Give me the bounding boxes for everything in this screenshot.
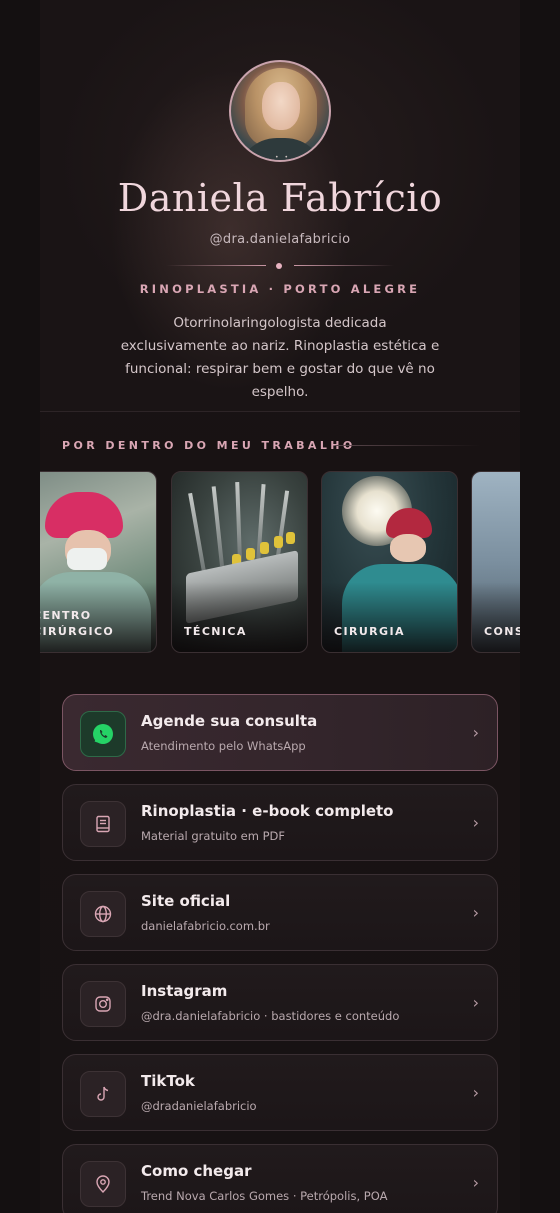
chevron-right-icon: › [472,903,479,922]
link-subtitle: Atendimento pelo WhatsApp [141,739,306,753]
avatar: • • [229,60,331,162]
gallery-card-tecnica[interactable]: TÉCNICA [171,471,308,653]
link-title: Rinoplastia · e-book completo [141,802,394,820]
gallery-card-label: CIRURGIA [334,625,405,638]
gallery-card-label: CENTRO CIRÚRGICO [40,609,115,638]
gallery-title: POR DENTRO DO MEU TRABALHO [62,439,356,452]
gallery-card-label: CONS [484,625,520,638]
link-subtitle: @dra.danielafabricio · bastidores e cont… [141,1009,400,1023]
section-divider [40,411,520,412]
whatsapp-icon [80,711,126,757]
map-pin-icon [80,1161,126,1207]
specialty-label: RINOPLASTIA · PORTO ALEGRE [139,282,421,296]
chevron-right-icon: › [472,1083,479,1102]
link-instagram[interactable]: Instagram @dra.danielafabricio · bastido… [62,964,498,1041]
gallery-card-label: TÉCNICA [184,625,247,638]
link-title: Instagram [141,982,228,1000]
gallery-card-centro-cirurgico[interactable]: CENTRO CIRÚRGICO [40,471,157,653]
instagram-icon [80,981,126,1027]
globe-icon [80,891,126,937]
link-tiktok[interactable]: TikTok @dradanielafabricio › [62,1054,498,1131]
gallery-card-cirurgia[interactable]: CIRURGIA [321,471,458,653]
book-icon [80,801,126,847]
link-subtitle: @dradanielafabricio [141,1099,257,1113]
gallery-card-consultorio[interactable]: CONS [471,471,520,653]
link-site-oficial[interactable]: Site oficial danielafabricio.com.br › [62,874,498,951]
link-title: TikTok [141,1072,195,1090]
chevron-right-icon: › [472,813,479,832]
link-title: Site oficial [141,892,231,910]
link-subtitle: Trend Nova Carlos Gomes · Petrópolis, PO… [141,1189,388,1203]
link-agende-consulta[interactable]: Agende sua consulta Atendimento pelo Wha… [62,694,498,771]
chevron-right-icon: › [472,993,479,1012]
chevron-right-icon: › [472,1173,479,1192]
tiktok-icon [80,1071,126,1117]
link-como-chegar[interactable]: Como chegar Trend Nova Carlos Gomes · Pe… [62,1144,498,1213]
link-title: Como chegar [141,1162,252,1180]
link-ebook[interactable]: Rinoplastia · e-book completo Material g… [62,784,498,861]
chevron-right-icon: › [472,723,479,742]
gallery-carousel[interactable]: CENTRO CIRÚRGICO TÉCNICA CIRURGIA CONS [40,471,520,653]
gallery-title-rule [335,445,480,446]
link-subtitle: danielafabricio.com.br [141,919,270,933]
link-in-bio-page: • • Daniela Fabrício @dra.danielafabrici… [40,0,520,1213]
link-title: Agende sua consulta [141,712,318,730]
profile-bio: Otorrinolaringologista dedicada exclusiv… [120,315,440,400]
profile-name: Daniela Fabrício [117,176,443,220]
ornament-divider [166,263,394,269]
profile-handle: @dra.danielafabricio [209,232,351,247]
link-subtitle: Material gratuito em PDF [141,829,285,843]
